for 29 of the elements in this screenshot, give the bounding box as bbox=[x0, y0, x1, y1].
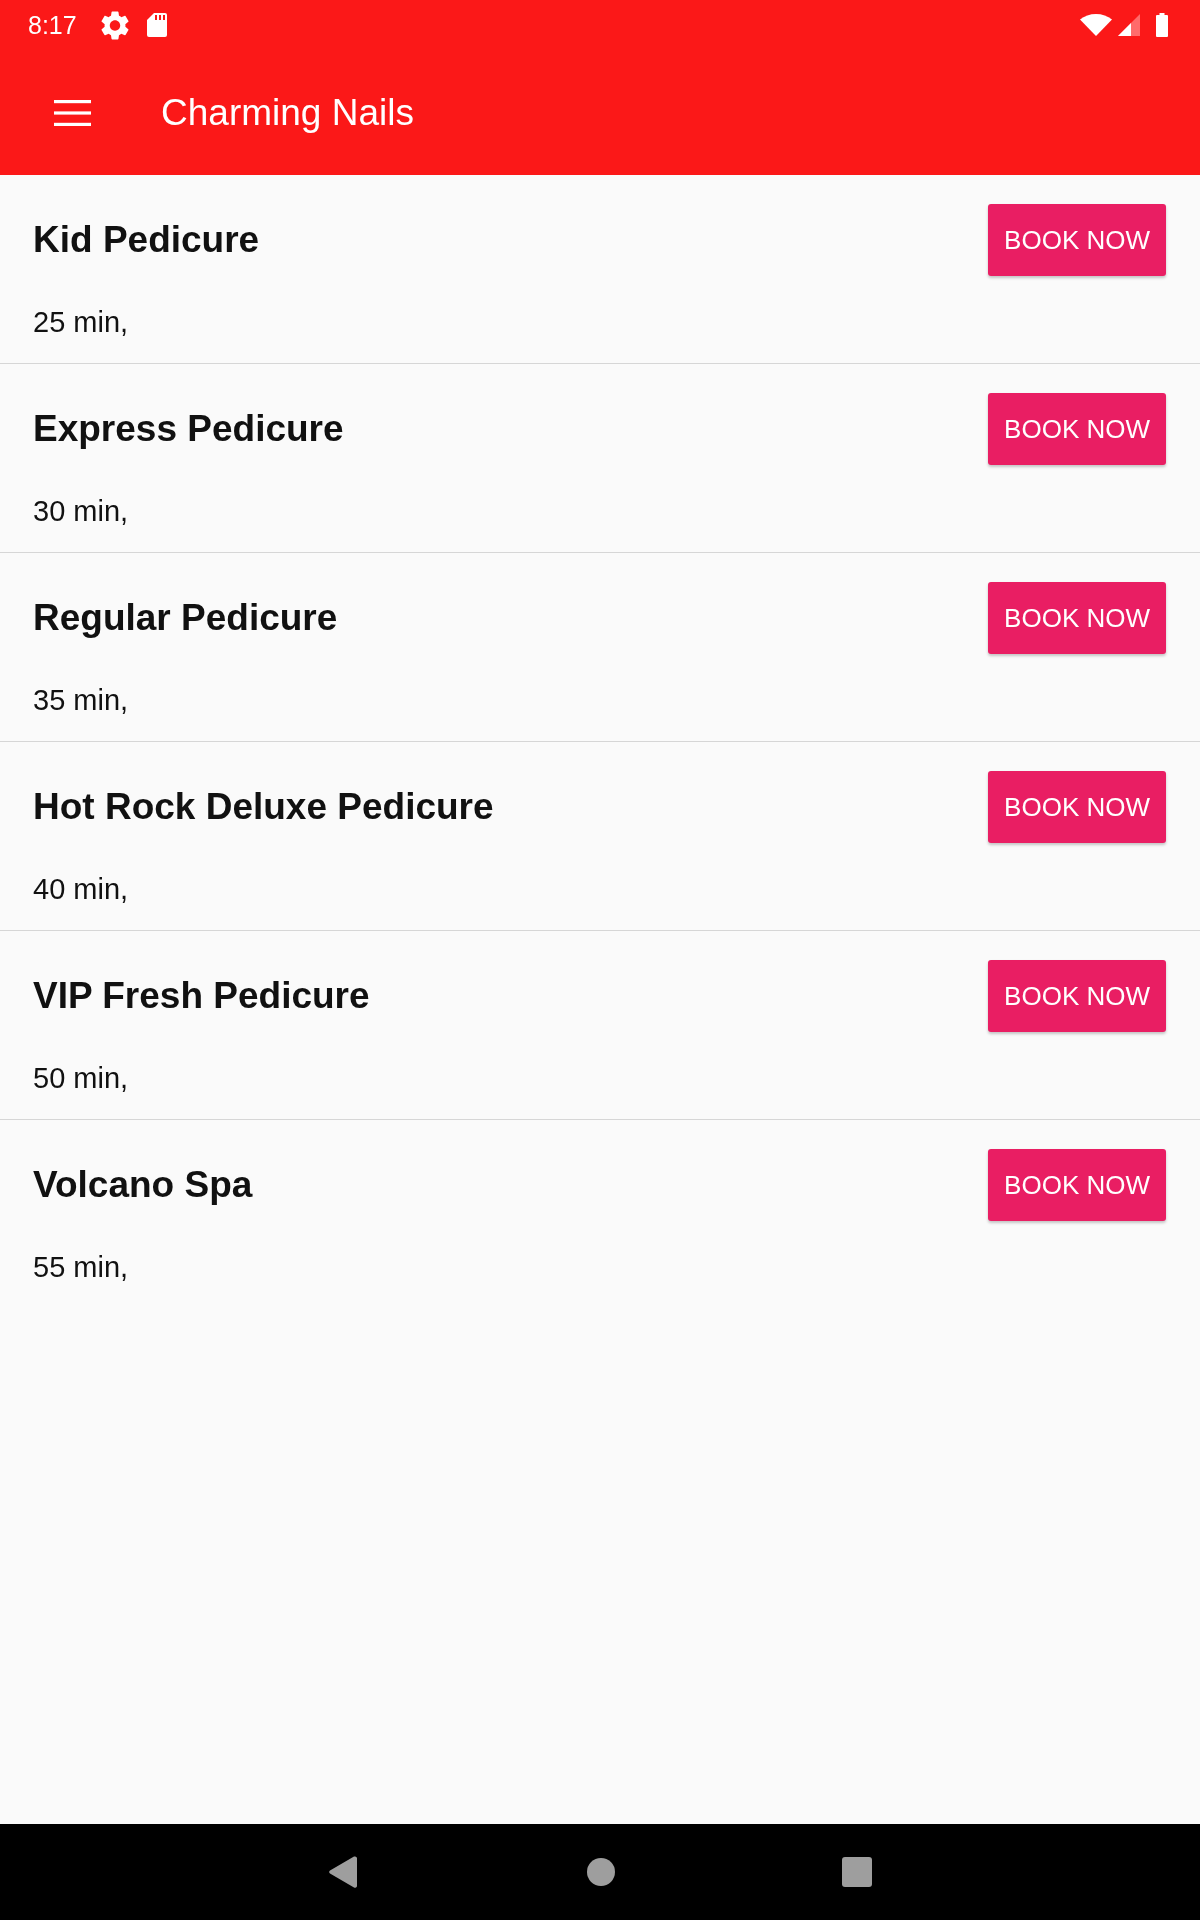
app-title: Charming Nails bbox=[161, 91, 414, 134]
book-now-button[interactable]: BOOK NOW bbox=[988, 582, 1166, 654]
service-name: Kid Pedicure bbox=[33, 219, 260, 261]
service-duration: 50 min, bbox=[33, 1062, 129, 1095]
service-duration: 40 min, bbox=[33, 873, 129, 906]
signal-icon bbox=[1118, 14, 1140, 36]
wifi-icon bbox=[1080, 14, 1112, 36]
service-duration: 35 min, bbox=[33, 684, 129, 717]
service-duration: 30 min, bbox=[33, 495, 129, 528]
menu-icon[interactable] bbox=[54, 99, 91, 126]
book-now-button[interactable]: BOOK NOW bbox=[988, 1149, 1166, 1221]
recents-icon[interactable] bbox=[841, 1857, 872, 1887]
service-name: Volcano Spa bbox=[33, 1164, 253, 1206]
book-now-button[interactable]: BOOK NOW bbox=[988, 960, 1166, 1032]
battery-icon bbox=[1156, 13, 1168, 37]
service-name: Regular Pedicure bbox=[33, 597, 338, 639]
book-now-button[interactable]: BOOK NOW bbox=[988, 393, 1166, 465]
book-now-button[interactable]: BOOK NOW bbox=[988, 771, 1166, 843]
status-time: 8:17 bbox=[28, 10, 77, 40]
service-name: Express Pedicure bbox=[33, 408, 344, 450]
service-name: Hot Rock Deluxe Pedicure bbox=[33, 786, 494, 828]
service-duration: 25 min, bbox=[33, 306, 129, 339]
service-name: VIP Fresh Pedicure bbox=[33, 975, 370, 1017]
sd-card-icon bbox=[146, 13, 167, 37]
book-now-button[interactable]: BOOK NOW bbox=[988, 204, 1166, 276]
gear-icon bbox=[100, 10, 129, 40]
service-duration: 55 min, bbox=[33, 1251, 129, 1284]
home-icon[interactable] bbox=[586, 1858, 615, 1886]
back-icon[interactable] bbox=[328, 1856, 357, 1888]
